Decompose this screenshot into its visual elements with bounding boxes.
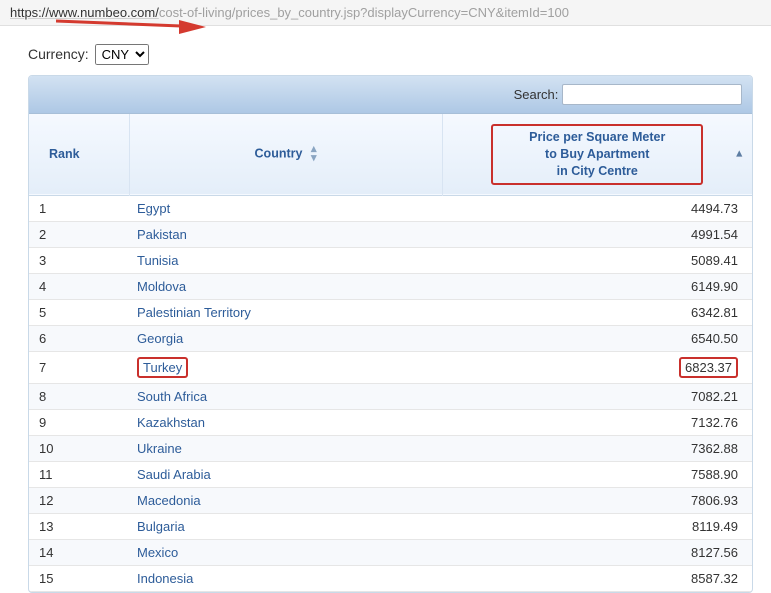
country-cell: Ukraine xyxy=(129,435,442,461)
rank-cell: 8 xyxy=(29,383,129,409)
price-cell: 7082.21 xyxy=(442,383,752,409)
rank-cell: 2 xyxy=(29,221,129,247)
price-cell: 6342.81 xyxy=(442,299,752,325)
country-cell: Macedonia xyxy=(129,487,442,513)
price-cell: 8119.49 xyxy=(442,513,752,539)
rank-cell: 7 xyxy=(29,351,129,383)
sort-icon: ▴▾ xyxy=(311,145,317,163)
table-row: 6 Georgia 6540.50 xyxy=(29,325,752,351)
country-link[interactable]: Tunisia xyxy=(137,253,178,268)
country-cell: Indonesia xyxy=(129,565,442,591)
country-cell: Turkey xyxy=(129,351,442,383)
search-bar: Search: xyxy=(29,76,752,114)
table-row: 14 Mexico 8127.56 xyxy=(29,539,752,565)
country-cell: Pakistan xyxy=(129,221,442,247)
table-row: 12 Macedonia 7806.93 xyxy=(29,487,752,513)
price-cell: 4494.73 xyxy=(442,195,752,221)
country-link[interactable]: South Africa xyxy=(137,389,207,404)
rank-cell: 6 xyxy=(29,325,129,351)
country-cell: South Africa xyxy=(129,383,442,409)
price-cell: 5089.41 xyxy=(442,247,752,273)
table-row: 7 Turkey 6823.37 xyxy=(29,351,752,383)
table-row: 9 Kazakhstan 7132.76 xyxy=(29,409,752,435)
country-link[interactable]: Ukraine xyxy=(137,441,182,456)
price-table: Rank Country ▴▾ Price per Square Meter t… xyxy=(29,114,752,592)
country-link[interactable]: Mexico xyxy=(137,545,178,560)
url-bar[interactable]: https://www.numbeo.com/cost-of-living/pr… xyxy=(0,0,771,26)
rank-cell: 12 xyxy=(29,487,129,513)
country-cell: Tunisia xyxy=(129,247,442,273)
table-row: 15 Indonesia 8587.32 xyxy=(29,565,752,591)
rank-cell: 4 xyxy=(29,273,129,299)
currency-selector-row: Currency: CNY xyxy=(28,44,753,65)
rank-cell: 1 xyxy=(29,195,129,221)
price-cell: 6823.37 xyxy=(442,351,752,383)
rank-cell: 10 xyxy=(29,435,129,461)
country-cell: Bulgaria xyxy=(129,513,442,539)
data-table-wrap: Search: Rank Country ▴▾ Price per Square… xyxy=(28,75,753,593)
price-cell: 7362.88 xyxy=(442,435,752,461)
country-link[interactable]: Macedonia xyxy=(137,493,201,508)
price-cell: 6149.90 xyxy=(442,273,752,299)
country-link[interactable]: Pakistan xyxy=(137,227,187,242)
price-cell: 7588.90 xyxy=(442,461,752,487)
rank-cell: 5 xyxy=(29,299,129,325)
country-cell: Mexico xyxy=(129,539,442,565)
highlight-country: Turkey xyxy=(137,357,188,378)
search-input[interactable] xyxy=(562,84,742,105)
rank-cell: 11 xyxy=(29,461,129,487)
country-cell: Saudi Arabia xyxy=(129,461,442,487)
table-row: 8 South Africa 7082.21 xyxy=(29,383,752,409)
header-price-highlight: Price per Square Meter to Buy Apartment … xyxy=(491,124,703,185)
country-cell: Georgia xyxy=(129,325,442,351)
table-row: 10 Ukraine 7362.88 xyxy=(29,435,752,461)
country-link[interactable]: Palestinian Territory xyxy=(137,305,251,320)
price-cell: 7806.93 xyxy=(442,487,752,513)
table-row: 11 Saudi Arabia 7588.90 xyxy=(29,461,752,487)
country-cell: Kazakhstan xyxy=(129,409,442,435)
price-cell: 8127.56 xyxy=(442,539,752,565)
rank-cell: 13 xyxy=(29,513,129,539)
country-link[interactable]: Indonesia xyxy=(137,571,193,586)
rank-cell: 3 xyxy=(29,247,129,273)
country-link[interactable]: Egypt xyxy=(137,201,170,216)
country-link[interactable]: Georgia xyxy=(137,331,183,346)
table-row: 5 Palestinian Territory 6342.81 xyxy=(29,299,752,325)
table-row: 4 Moldova 6149.90 xyxy=(29,273,752,299)
country-cell: Palestinian Territory xyxy=(129,299,442,325)
country-link[interactable]: Moldova xyxy=(137,279,186,294)
country-cell: Egypt xyxy=(129,195,442,221)
search-label: Search: xyxy=(514,87,559,102)
rank-cell: 14 xyxy=(29,539,129,565)
price-cell: 8587.32 xyxy=(442,565,752,591)
table-row: 1 Egypt 4494.73 xyxy=(29,195,752,221)
highlight-price: 6823.37 xyxy=(679,357,738,378)
header-rank[interactable]: Rank xyxy=(29,114,129,195)
header-price[interactable]: Price per Square Meter to Buy Apartment … xyxy=(442,114,752,195)
country-link[interactable]: Saudi Arabia xyxy=(137,467,211,482)
country-link[interactable]: Kazakhstan xyxy=(137,415,205,430)
rank-cell: 15 xyxy=(29,565,129,591)
price-cell: 6540.50 xyxy=(442,325,752,351)
country-link[interactable]: Turkey xyxy=(137,360,188,375)
header-country[interactable]: Country ▴▾ xyxy=(129,114,442,195)
sort-asc-icon: ▴ xyxy=(736,150,742,159)
currency-label: Currency: xyxy=(28,46,89,62)
country-link[interactable]: Bulgaria xyxy=(137,519,185,534)
price-cell: 4991.54 xyxy=(442,221,752,247)
rank-cell: 9 xyxy=(29,409,129,435)
country-cell: Moldova xyxy=(129,273,442,299)
url-domain: https://www.numbeo.com/ xyxy=(10,5,159,20)
url-path: cost-of-living/prices_by_country.jsp?dis… xyxy=(159,5,569,20)
table-row: 13 Bulgaria 8119.49 xyxy=(29,513,752,539)
price-cell: 7132.76 xyxy=(442,409,752,435)
currency-select[interactable]: CNY xyxy=(95,44,149,65)
table-row: 3 Tunisia 5089.41 xyxy=(29,247,752,273)
table-row: 2 Pakistan 4991.54 xyxy=(29,221,752,247)
